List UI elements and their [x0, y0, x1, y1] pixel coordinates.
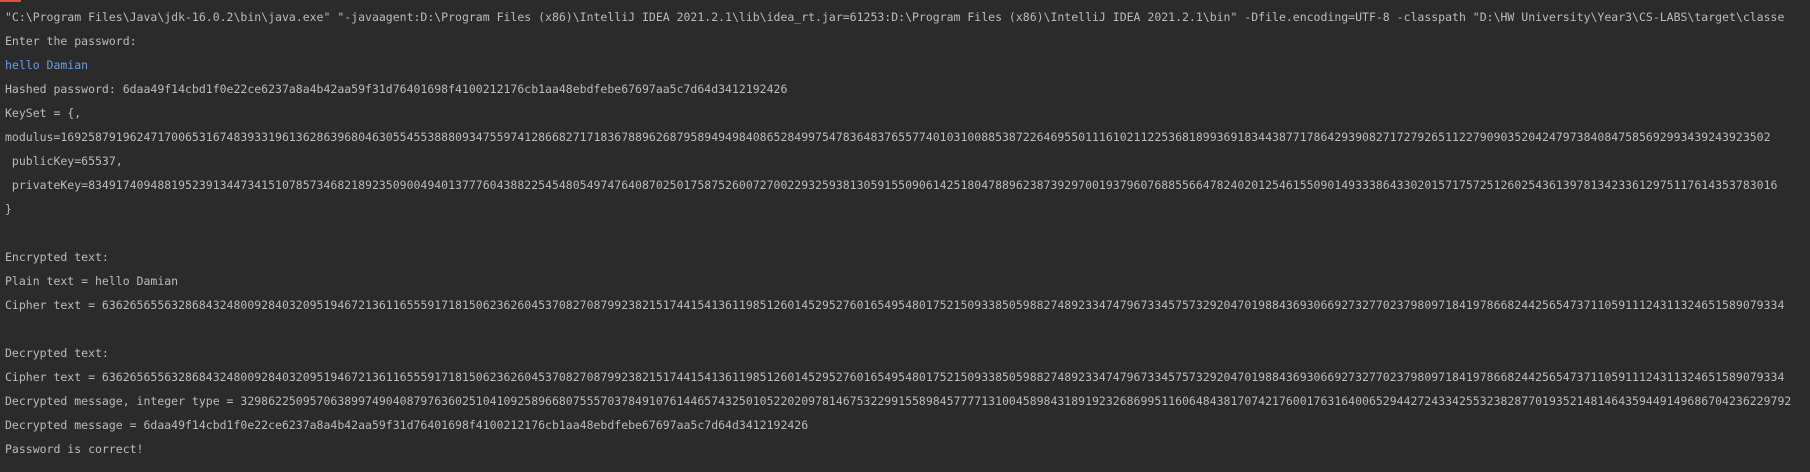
- console-line-result: Password is correct!: [5, 442, 144, 456]
- console-line-decrypted-message: Decrypted message = 6daa49f14cbd1f0e22ce…: [5, 418, 809, 432]
- console-line-user-input: hello Damian: [5, 58, 89, 72]
- console-line-decrypted-header: Decrypted text:: [5, 346, 109, 360]
- console-line-decrypted-integer: Decrypted message, integer type = 329862…: [5, 394, 1792, 408]
- console-line-cipher-text: Cipher text = 63626565563286843248009284…: [5, 298, 1785, 312]
- console-line-command: "C:\Program Files\Java\jdk-16.0.2\bin\ja…: [5, 10, 1785, 24]
- console-line-modulus: modulus=16925879196247170065316748393319…: [5, 130, 1771, 144]
- console-line-prompt: Enter the password:: [5, 34, 137, 48]
- run-console[interactable]: "C:\Program Files\Java\jdk-16.0.2\bin\ja…: [0, 0, 1810, 472]
- console-line-plain-text: Plain text = hello Damian: [5, 274, 179, 288]
- console-output[interactable]: "C:\Program Files\Java\jdk-16.0.2\bin\ja…: [5, 9, 1810, 465]
- console-line-keyset-close: }: [5, 202, 12, 216]
- console-line-cipher-text: Cipher text = 63626565563286843248009284…: [5, 370, 1785, 384]
- console-line-encrypted-header: Encrypted text:: [5, 250, 109, 264]
- console-line-public-key: publicKey=65537,: [5, 154, 123, 168]
- tab-indicator: [0, 0, 21, 2]
- console-line-keyset-open: KeySet = {,: [5, 106, 82, 120]
- console-line-private-key: privateKey=83491740948819523913447341510…: [5, 178, 1778, 192]
- console-line-hashed-password: Hashed password: 6daa49f14cbd1f0e22ce623…: [5, 82, 788, 96]
